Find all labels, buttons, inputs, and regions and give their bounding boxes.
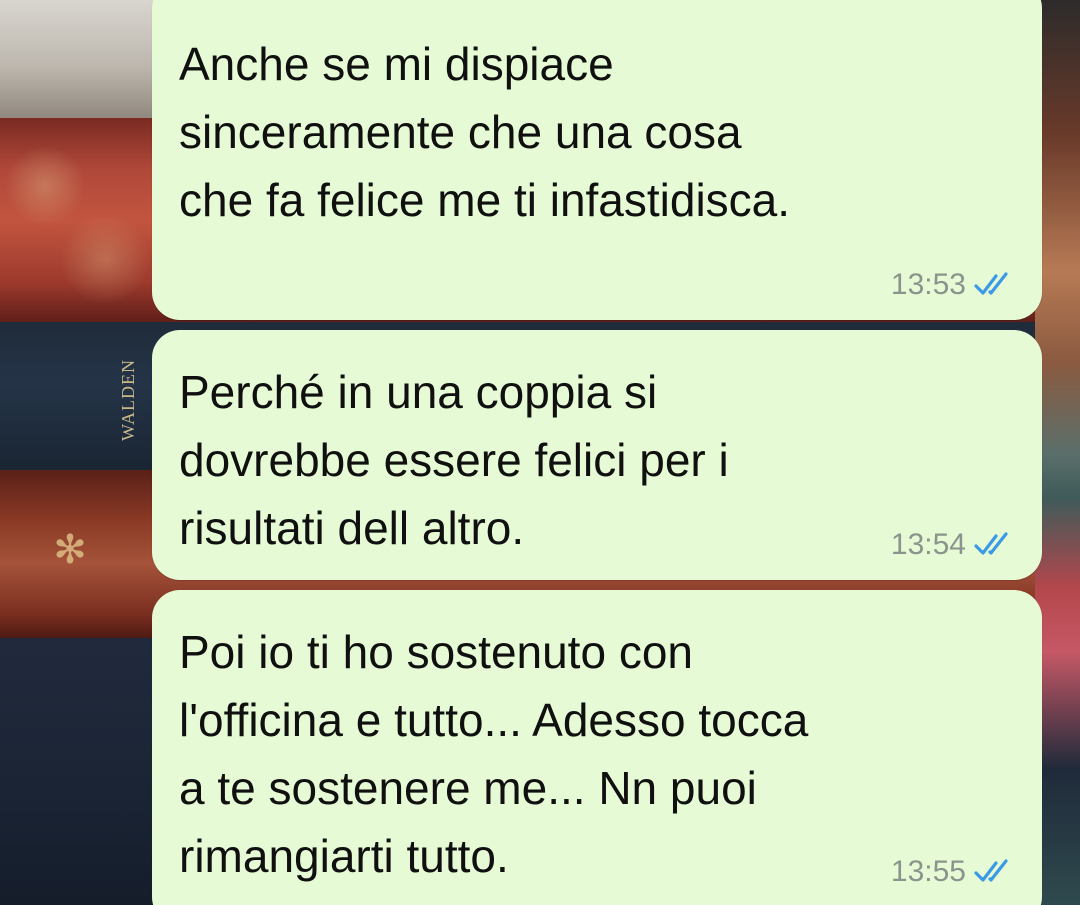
message-timestamp: 13:54: [890, 528, 966, 561]
outgoing-message-bubble[interactable]: Poi io ti ho sostenuto con l'officina e …: [152, 590, 1042, 905]
message-meta: 13:54: [891, 528, 1018, 562]
message-text: Poi io ti ho sostenuto con l'officina e …: [179, 626, 809, 882]
message-timestamp: 13:55: [890, 855, 966, 888]
message-meta: 13:53: [891, 268, 1018, 302]
double-check-icon: [974, 272, 1008, 295]
book-spine-label: WALDEN: [118, 359, 138, 441]
message-timestamp: 13:53: [890, 268, 966, 301]
outgoing-message-bubble[interactable]: Perché in una coppia si dovrebbe essere …: [152, 330, 1042, 580]
message-meta: 13:55: [891, 855, 1018, 889]
message-text: Anche se mi dispiace sinceramente che un…: [179, 38, 791, 226]
wallpaper-pattern: [0, 130, 150, 315]
book-ornament-icon: ✻: [53, 528, 87, 572]
outgoing-message-bubble[interactable]: Anche se mi dispiace sinceramente che un…: [152, 0, 1042, 320]
message-text: Perché in una coppia si dovrebbe essere …: [179, 366, 729, 554]
double-check-icon: [974, 859, 1008, 882]
double-check-icon: [974, 532, 1008, 555]
